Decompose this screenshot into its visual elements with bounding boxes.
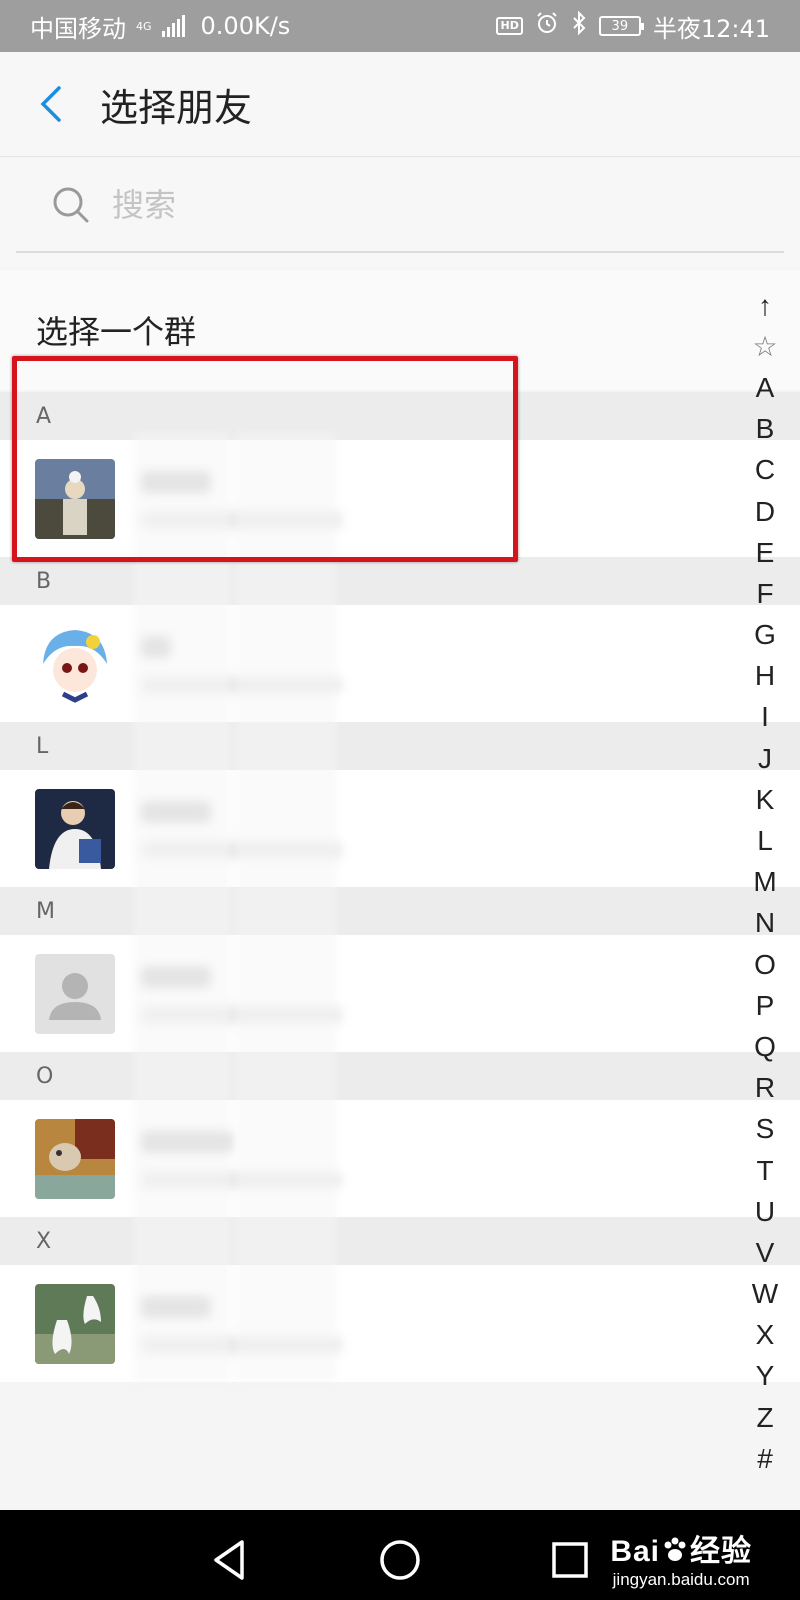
index-letter[interactable]: C xyxy=(755,450,775,491)
battery-level: 39 xyxy=(611,18,629,34)
index-star[interactable]: ☆ xyxy=(752,326,777,367)
alphabet-index[interactable]: ↑ ☆ A B C D E F G H I J K L M N O P Q R S T U V W X Y Z # xyxy=(740,285,790,1479)
search-box[interactable] xyxy=(16,158,784,253)
paw-icon xyxy=(664,1537,686,1561)
index-letter[interactable]: T xyxy=(756,1150,773,1191)
index-letter[interactable]: M xyxy=(753,862,776,903)
index-letter[interactable]: H xyxy=(755,656,775,697)
section-header-a: A xyxy=(0,392,800,440)
baidu-jingyan-watermark: Bai 经验 jingyan.baidu.com xyxy=(610,1526,752,1590)
page-title: 选择朋友 xyxy=(100,85,253,130)
battery-icon: 39 xyxy=(598,16,644,36)
index-letter[interactable]: Q xyxy=(754,1026,776,1067)
index-letter[interactable]: R xyxy=(755,1068,775,1109)
avatar xyxy=(35,458,115,539)
contact-row[interactable] xyxy=(0,770,800,887)
network-speed: 0.00K/s xyxy=(200,12,291,40)
contact-row[interactable] xyxy=(0,605,800,722)
redaction-blur xyxy=(236,432,336,1382)
section-header-b: B xyxy=(0,557,800,605)
avatar xyxy=(35,1283,115,1364)
back-button[interactable] xyxy=(0,52,100,157)
index-letter[interactable]: U xyxy=(755,1191,775,1232)
nav-home-button[interactable] xyxy=(370,1530,430,1590)
index-letter[interactable]: I xyxy=(761,697,769,738)
chevron-left-icon xyxy=(40,86,61,122)
section-header-o: O xyxy=(0,1052,800,1100)
index-letter[interactable]: Y xyxy=(756,1356,775,1397)
triangle-back-icon xyxy=(214,1540,244,1580)
search-area xyxy=(0,158,800,268)
index-letter[interactable]: P xyxy=(756,985,775,1026)
contact-row[interactable] xyxy=(0,1265,800,1382)
index-top-arrow[interactable]: ↑ xyxy=(758,285,772,326)
select-group-item[interactable]: 选择一个群 xyxy=(0,270,800,390)
watermark-brand: Bai xyxy=(610,1535,660,1568)
index-letter[interactable]: E xyxy=(756,532,775,573)
index-letter[interactable]: K xyxy=(756,779,775,820)
avatar-placeholder xyxy=(35,953,115,1034)
index-letter[interactable]: J xyxy=(758,738,772,779)
circle-home-icon xyxy=(380,1540,420,1580)
carrier-name: 中国移动 xyxy=(30,14,126,43)
search-icon xyxy=(53,187,89,222)
watermark-url: jingyan.baidu.com xyxy=(612,1570,750,1589)
contact-row[interactable] xyxy=(0,935,800,1052)
index-letter[interactable]: Z xyxy=(756,1397,773,1438)
clock: 半夜12:41 xyxy=(652,14,770,43)
watermark-brand-suffix: 经验 xyxy=(690,1535,752,1568)
section-header-m: M xyxy=(0,887,800,935)
index-letter[interactable]: N xyxy=(755,903,775,944)
status-bar: 中国移动 4G 0.00K/s HD 39 半夜12:41 xyxy=(0,0,800,52)
index-letter[interactable]: D xyxy=(755,491,775,532)
search-input[interactable] xyxy=(112,185,612,224)
nav-recents-button[interactable] xyxy=(540,1530,600,1590)
avatar xyxy=(35,1118,115,1199)
title-bar: 选择朋友 xyxy=(0,52,800,157)
avatar xyxy=(35,788,115,869)
contact-row[interactable] xyxy=(0,440,800,557)
hd-icon: HD xyxy=(496,17,523,35)
section-header-l: L xyxy=(0,722,800,770)
signal-icon xyxy=(161,15,185,37)
index-letter[interactable]: O xyxy=(754,944,776,985)
navigation-bar: Bai 经验 jingyan.baidu.com xyxy=(0,1510,800,1600)
avatar xyxy=(35,623,115,704)
network-type: 4G xyxy=(136,19,152,33)
index-letter[interactable]: L xyxy=(757,820,773,861)
alarm-icon xyxy=(535,11,559,41)
index-letter[interactable]: A xyxy=(756,367,775,408)
nav-back-button[interactable] xyxy=(200,1530,260,1590)
index-letter[interactable]: B xyxy=(756,409,775,450)
index-letter[interactable]: G xyxy=(754,615,776,656)
index-letter[interactable]: S xyxy=(756,1109,775,1150)
index-letter[interactable]: X xyxy=(756,1315,775,1356)
bluetooth-icon xyxy=(571,10,587,41)
index-letter[interactable]: V xyxy=(756,1232,775,1273)
section-header-x: X xyxy=(0,1217,800,1265)
redaction-blur xyxy=(134,432,230,1382)
index-letter[interactable]: F xyxy=(756,573,773,614)
square-recents-icon xyxy=(552,1542,588,1578)
index-letter[interactable]: W xyxy=(752,1274,778,1315)
index-letter[interactable]: # xyxy=(757,1438,773,1479)
contact-row[interactable] xyxy=(0,1100,800,1217)
contact-list: A B L M O X xyxy=(0,392,800,1382)
